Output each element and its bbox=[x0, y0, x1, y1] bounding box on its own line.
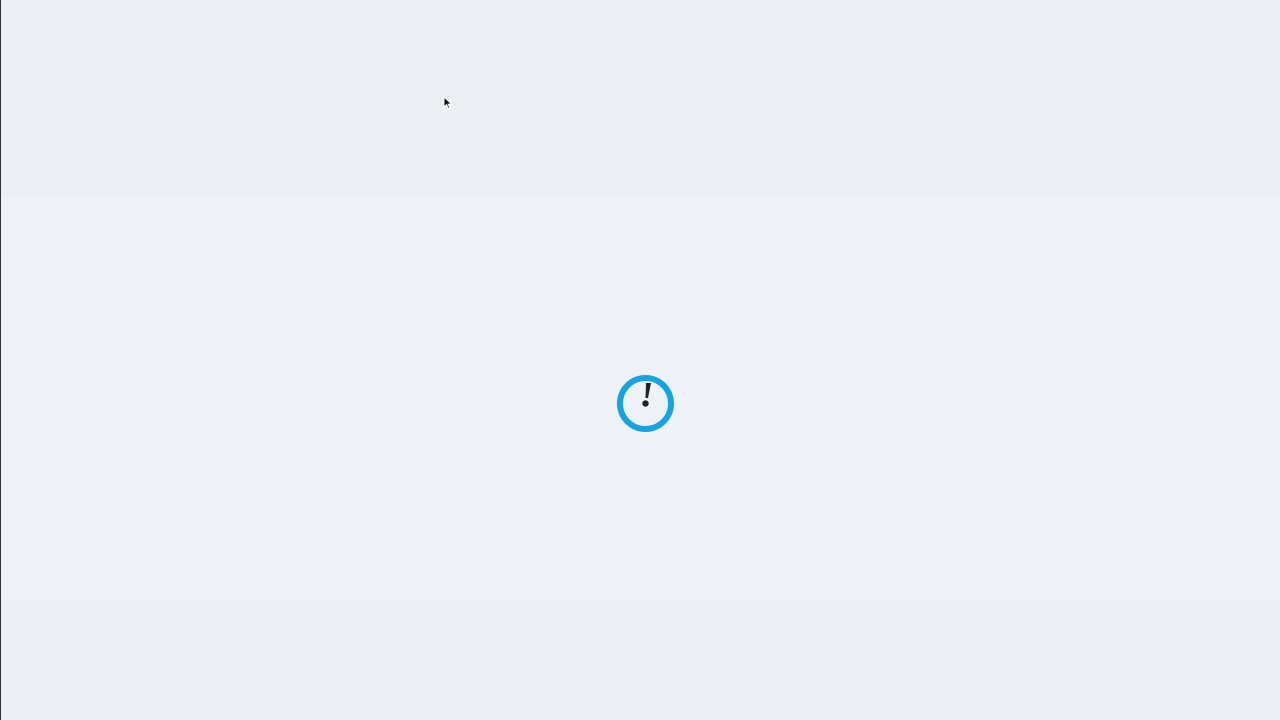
loader-mark-dot bbox=[642, 400, 649, 407]
mouse-pointer-icon bbox=[443, 95, 453, 110]
loader-mark-stroke bbox=[645, 383, 651, 398]
loading-screen bbox=[0, 0, 1280, 720]
loading-alert-icon bbox=[617, 375, 674, 432]
loading-indicator bbox=[616, 374, 675, 433]
window-left-border bbox=[0, 0, 1, 720]
